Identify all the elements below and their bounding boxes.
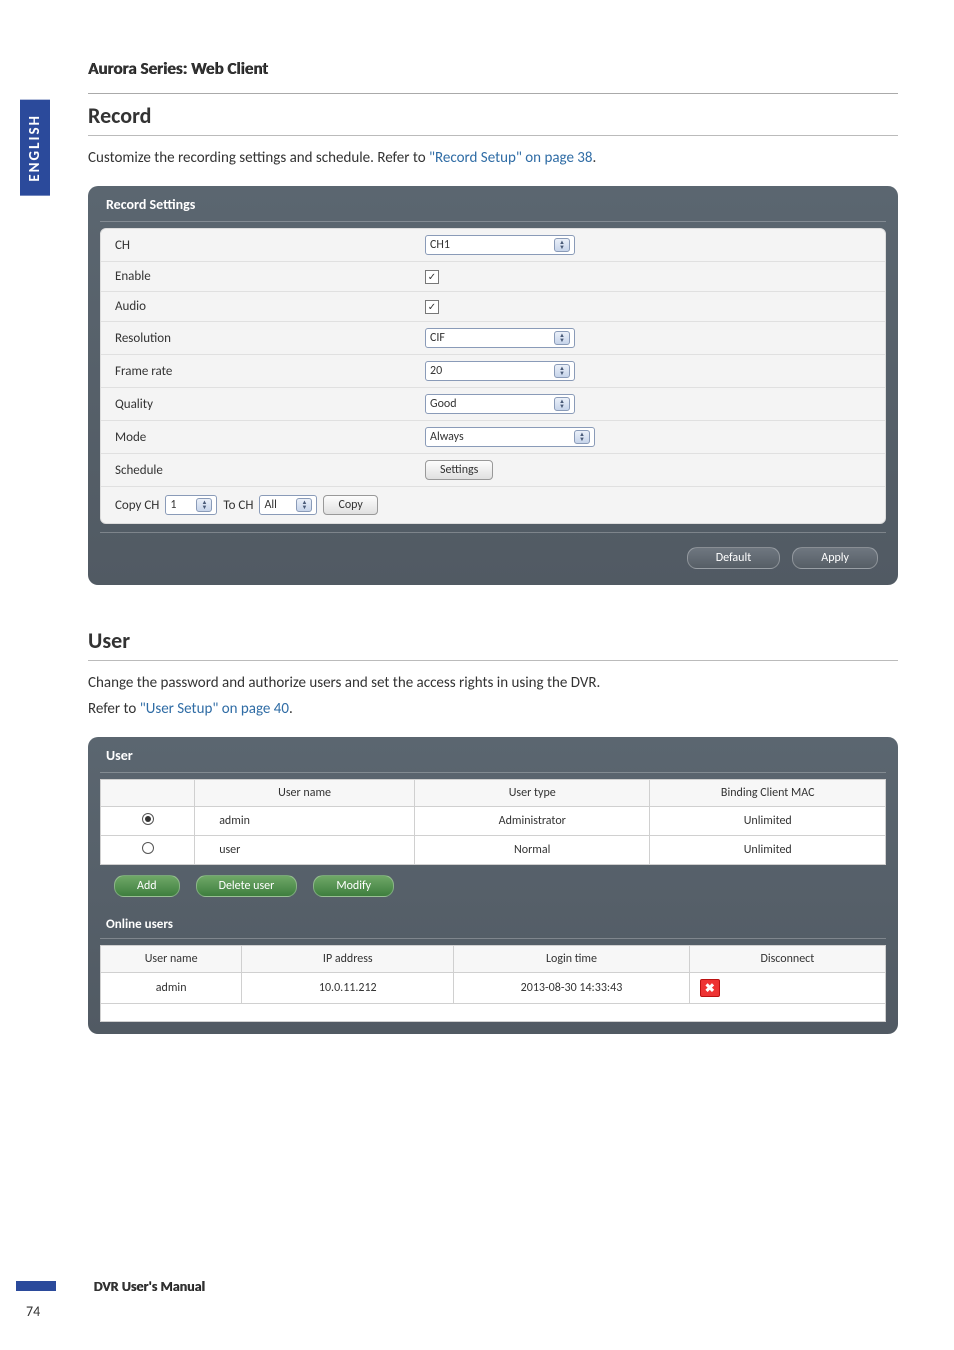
col-username: User name: [101, 946, 242, 973]
page-number: 74: [26, 1303, 936, 1320]
cell-ip: 10.0.11.212: [242, 973, 454, 1004]
mode-select[interactable]: Always ▲▼: [425, 427, 595, 447]
col-select: [101, 780, 195, 807]
chevron-updown-icon: ▲▼: [574, 430, 590, 444]
cell-username: admin: [195, 807, 415, 836]
user-desc2: Refer to "User Setup" on page 40.: [88, 697, 898, 721]
mode-label: Mode: [115, 430, 425, 445]
cell-username: admin: [101, 973, 242, 1004]
col-mac: Binding Client MAC: [650, 780, 886, 807]
cell-usertype: Normal: [414, 836, 650, 865]
cell-login: 2013-08-30 14:33:43: [454, 973, 690, 1004]
modify-button[interactable]: Modify: [313, 875, 394, 897]
select-value: 1: [170, 498, 196, 512]
delete-user-button[interactable]: Delete user: [196, 875, 298, 897]
col-login: Login time: [454, 946, 690, 973]
select-value: Good: [430, 397, 554, 411]
col-disconnect: Disconnect: [689, 946, 885, 973]
online-users-table: User name IP address Login time Disconne…: [100, 945, 886, 1022]
ch-select[interactable]: CH1 ▲▼: [425, 235, 575, 255]
col-username: User name: [195, 780, 415, 807]
divider: [88, 93, 898, 94]
to-ch-label: To CH: [223, 498, 253, 513]
panel-title: Record Settings: [100, 196, 886, 222]
select-value: All: [264, 498, 296, 512]
to-ch-select[interactable]: All ▲▼: [259, 495, 317, 515]
close-icon: ✖: [705, 981, 715, 996]
copy-ch-select[interactable]: 1 ▲▼: [165, 495, 217, 515]
audio-checkbox[interactable]: ✓: [425, 300, 439, 314]
resolution-select[interactable]: CIF ▲▼: [425, 328, 575, 348]
divider: [88, 660, 898, 661]
text: Refer to: [88, 700, 140, 718]
cell-username: user: [195, 836, 415, 865]
chevron-updown-icon: ▲▼: [554, 238, 570, 252]
select-value: CH1: [430, 238, 554, 252]
cell-usertype: Administrator: [414, 807, 650, 836]
table-row: admin 10.0.11.212 2013-08-30 14:33:43 ✖: [101, 973, 886, 1004]
language-tab: ENGLISH: [20, 100, 50, 196]
chevron-updown-icon: ▲▼: [554, 364, 570, 378]
panel-title: User: [100, 747, 886, 773]
table-row: [101, 1004, 886, 1022]
schedule-label: Schedule: [115, 463, 425, 478]
record-settings-panel: Record Settings CH CH1 ▲▼ Enable ✓ Audio…: [88, 186, 898, 585]
schedule-settings-button[interactable]: Settings: [425, 460, 493, 480]
user-desc1: Change the password and authorize users …: [88, 671, 898, 695]
radio-select[interactable]: [142, 842, 154, 854]
col-ip: IP address: [242, 946, 454, 973]
default-button[interactable]: Default: [687, 547, 781, 569]
cell-mac: Unlimited: [650, 807, 886, 836]
framerate-select[interactable]: 20 ▲▼: [425, 361, 575, 381]
enable-label: Enable: [115, 269, 425, 284]
audio-label: Audio: [115, 299, 425, 314]
online-users-title: Online users: [100, 907, 886, 939]
quality-label: Quality: [115, 397, 425, 412]
select-value: CIF: [430, 331, 554, 345]
record-heading: Record: [88, 102, 898, 129]
user-table: User name User type Binding Client MAC a…: [100, 779, 886, 865]
record-desc: Customize the recording settings and sch…: [88, 146, 898, 170]
enable-checkbox[interactable]: ✓: [425, 270, 439, 284]
text: .: [289, 700, 293, 718]
table-row[interactable]: user Normal Unlimited: [101, 836, 886, 865]
cell-mac: Unlimited: [650, 836, 886, 865]
chevron-updown-icon: ▲▼: [296, 498, 312, 512]
quality-select[interactable]: Good ▲▼: [425, 394, 575, 414]
select-value: 20: [430, 364, 554, 378]
copy-ch-label: Copy CH: [115, 498, 159, 513]
ch-label: CH: [115, 238, 425, 253]
col-usertype: User type: [414, 780, 650, 807]
resolution-label: Resolution: [115, 331, 425, 346]
framerate-label: Frame rate: [115, 364, 425, 379]
copy-button[interactable]: Copy: [323, 495, 377, 515]
apply-button[interactable]: Apply: [792, 547, 878, 569]
select-value: Always: [430, 430, 574, 444]
user-panel: User User name User type Binding Client …: [88, 737, 898, 1034]
record-setup-link[interactable]: "Record Setup" on page 38: [429, 149, 593, 167]
user-heading: User: [88, 627, 898, 654]
disconnect-button[interactable]: ✖: [700, 979, 720, 997]
doc-header: Aurora Series: Web Client: [88, 58, 898, 79]
chevron-updown-icon: ▲▼: [196, 498, 212, 512]
chevron-updown-icon: ▲▼: [554, 397, 570, 411]
radio-select[interactable]: [142, 813, 154, 825]
divider: [88, 135, 898, 136]
text: Customize the recording settings and sch…: [88, 149, 429, 167]
footer-accent: [16, 1281, 56, 1291]
text: .: [593, 149, 597, 167]
user-setup-link[interactable]: "User Setup" on page 40: [140, 700, 289, 718]
add-button[interactable]: Add: [114, 875, 180, 897]
table-row[interactable]: admin Administrator Unlimited: [101, 807, 886, 836]
chevron-updown-icon: ▲▼: [554, 331, 570, 345]
footer-text: DVR User's Manual: [94, 1278, 205, 1295]
